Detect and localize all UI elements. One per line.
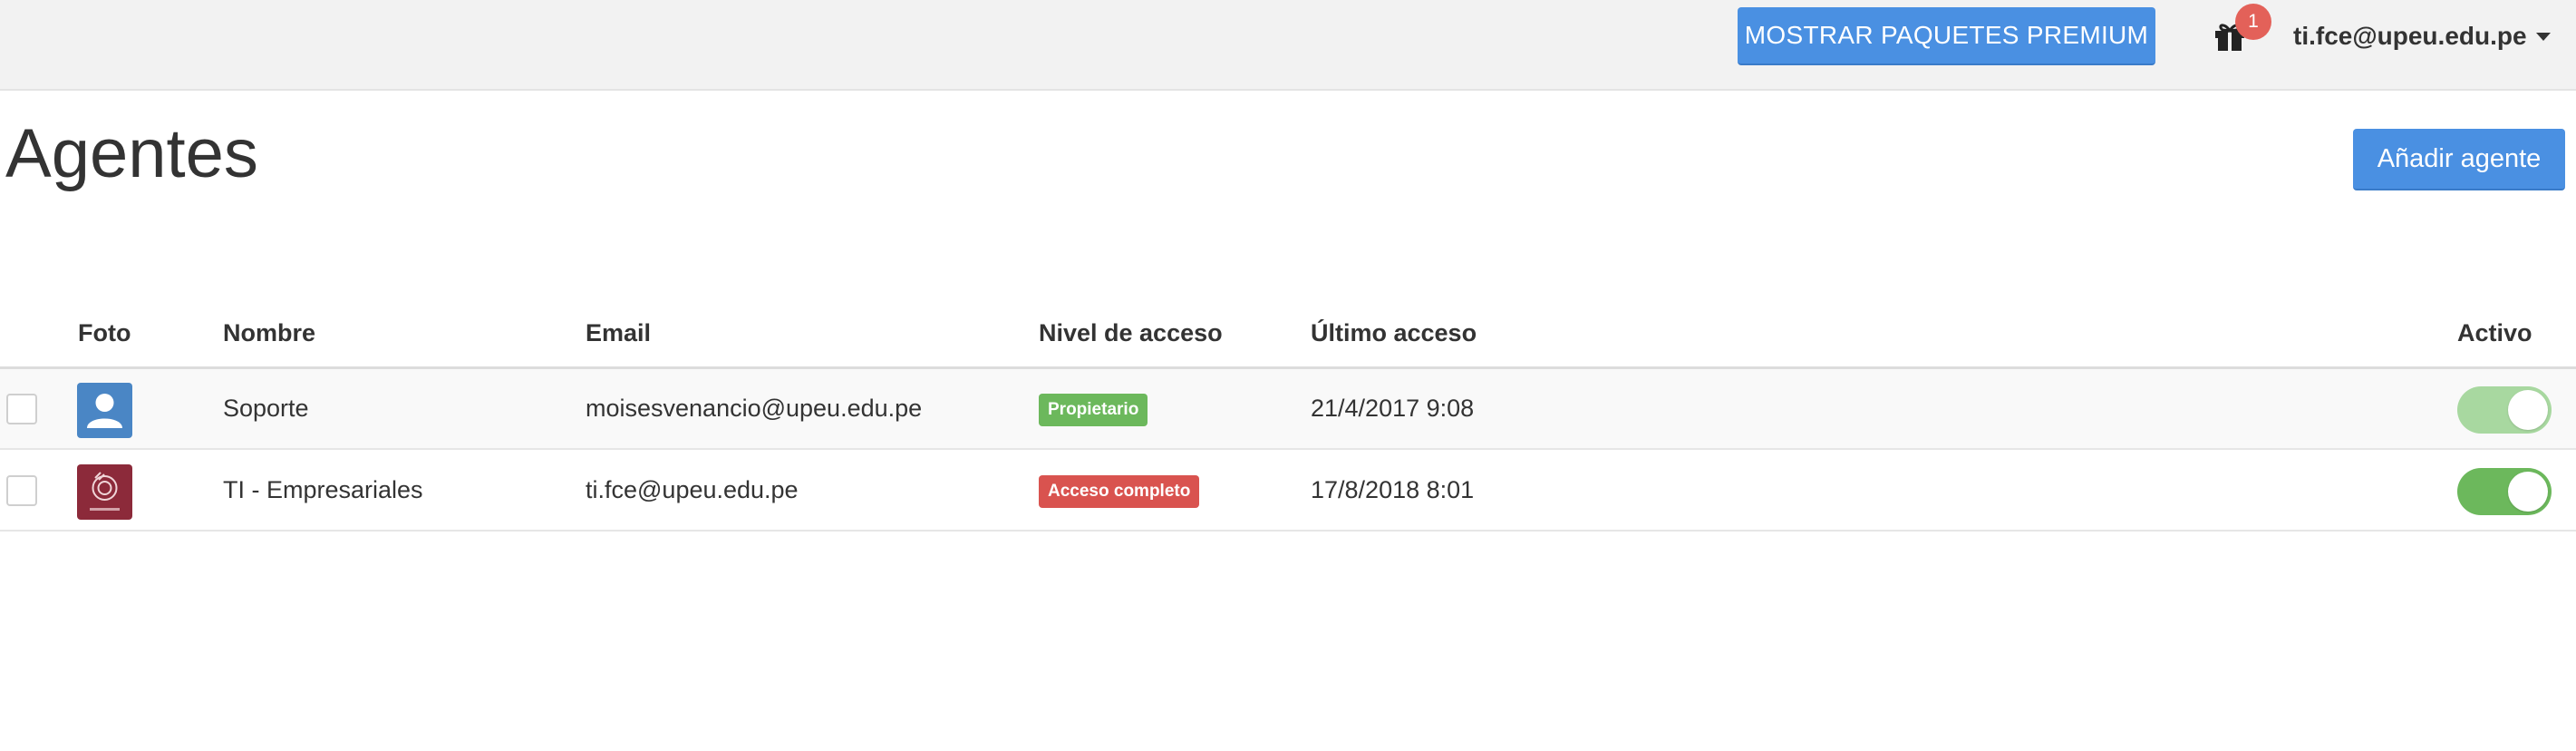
column-header-access-level[interactable]: Nivel de acceso bbox=[1039, 319, 1223, 347]
agent-name: Soporte bbox=[223, 395, 309, 422]
access-level-badge: Acceso completo bbox=[1039, 475, 1200, 508]
notification-badge: 1 bbox=[2235, 4, 2271, 40]
user-menu[interactable]: ti.fce@upeu.edu.pe bbox=[2293, 18, 2551, 54]
column-header-last-access[interactable]: Último acceso bbox=[1311, 319, 1477, 347]
top-bar: MOSTRAR PAQUETES PREMIUM 1 ti.fce@upeu.e… bbox=[0, 0, 2576, 91]
column-header-name[interactable]: Nombre bbox=[223, 319, 315, 347]
table-row[interactable]: Soporte moisesvenancio@upeu.edu.pe Propi… bbox=[0, 369, 2576, 450]
column-header-email[interactable]: Email bbox=[586, 319, 651, 347]
add-agent-button[interactable]: Añadir agente bbox=[2353, 129, 2565, 190]
agent-email: moisesvenancio@upeu.edu.pe bbox=[586, 395, 923, 422]
table-row[interactable]: TI - Empresariales ti.fce@upeu.edu.pe Ac… bbox=[0, 451, 2576, 532]
toggle-knob bbox=[2508, 390, 2548, 430]
column-header-active[interactable]: Activo bbox=[2457, 319, 2532, 347]
logo-avatar bbox=[77, 464, 132, 520]
access-level-badge: Propietario bbox=[1039, 394, 1148, 426]
user-email: ti.fce@upeu.edu.pe bbox=[2293, 22, 2527, 50]
active-toggle[interactable] bbox=[2457, 468, 2552, 515]
agent-name: TI - Empresariales bbox=[223, 476, 423, 503]
caret-down-icon bbox=[2535, 32, 2551, 41]
page-title: Agentes bbox=[5, 115, 258, 192]
last-access-date: 21/4/2017 9:08 bbox=[1311, 395, 1475, 422]
active-toggle[interactable] bbox=[2457, 386, 2552, 434]
toggle-knob bbox=[2508, 472, 2548, 512]
last-access-date: 17/8/2018 8:01 bbox=[1311, 476, 1475, 503]
column-header-photo: Foto bbox=[78, 319, 131, 346]
show-premium-packages-button[interactable]: MOSTRAR PAQUETES PREMIUM bbox=[1738, 7, 2155, 65]
row-checkbox[interactable] bbox=[6, 475, 37, 506]
row-checkbox[interactable] bbox=[6, 394, 37, 424]
default-user-avatar bbox=[77, 383, 132, 438]
agent-email: ti.fce@upeu.edu.pe bbox=[586, 476, 799, 503]
